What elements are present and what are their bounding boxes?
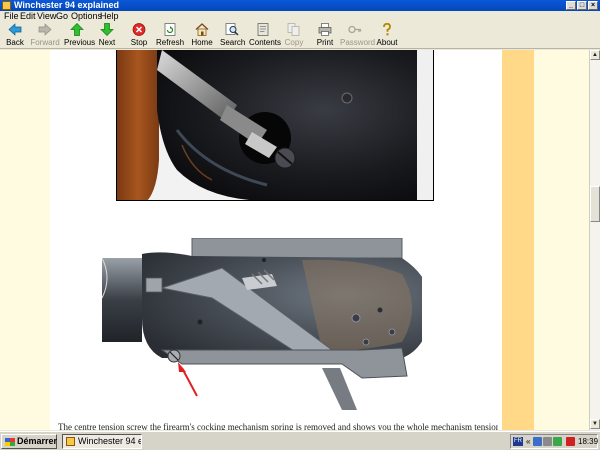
back-label: Back xyxy=(6,38,24,47)
about-question-icon xyxy=(380,22,394,36)
refresh-button[interactable]: Refresh xyxy=(156,23,184,49)
clock: 18:39 xyxy=(578,437,599,446)
back-button[interactable]: Back xyxy=(4,23,26,49)
search-button[interactable]: Search xyxy=(220,23,246,49)
help-app-icon xyxy=(2,1,11,10)
menu-go[interactable]: Go xyxy=(56,11,68,22)
forward-arrow-icon xyxy=(38,23,52,36)
copy-icon xyxy=(287,23,301,36)
previous-label: Previous xyxy=(64,38,96,47)
browser-window: Winchester 94 explained _ □ × File Edit … xyxy=(0,0,600,450)
contents-label: Contents xyxy=(249,38,282,47)
start-button[interactable]: Démarrer xyxy=(1,434,57,449)
back-arrow-icon xyxy=(8,23,22,36)
refresh-label: Refresh xyxy=(156,38,185,47)
menu-view[interactable]: View xyxy=(37,11,56,22)
windows-logo-icon xyxy=(5,438,15,446)
previous-button[interactable]: Previous xyxy=(64,23,96,49)
next-button[interactable]: Next xyxy=(97,23,117,49)
home-button[interactable]: Home xyxy=(191,23,213,49)
left-margin xyxy=(0,50,50,430)
maximize-button[interactable]: □ xyxy=(577,1,587,10)
language-indicator[interactable]: FR xyxy=(513,437,523,446)
menu-options[interactable]: Options xyxy=(71,11,102,22)
menu-help[interactable]: Help xyxy=(100,11,119,22)
menu-edit[interactable]: Edit xyxy=(20,11,36,22)
scroll-up-button[interactable]: ▲ xyxy=(590,50,600,60)
refresh-icon xyxy=(163,23,177,36)
title-bar[interactable]: Winchester 94 explained _ □ × xyxy=(0,0,600,11)
taskbar-item-label: Winchester 94 explain... xyxy=(78,436,141,446)
about-button[interactable]: About xyxy=(376,22,398,49)
right-margin-gold xyxy=(502,50,534,430)
page-body: The centre tension screw the firearm's c… xyxy=(50,50,502,430)
antivirus-icon[interactable] xyxy=(566,437,575,446)
taskbar: Démarrer Winchester 94 explain... FR « 1… xyxy=(0,431,600,450)
down-arrow-icon xyxy=(100,23,114,36)
help-app-icon xyxy=(66,437,75,446)
close-button[interactable]: × xyxy=(588,1,598,10)
contents-button[interactable]: Contents xyxy=(249,23,282,49)
scroll-down-button[interactable]: ▼ xyxy=(590,419,600,429)
menu-file[interactable]: File xyxy=(4,11,19,22)
home-label: Home xyxy=(191,38,213,47)
copy-label: Copy xyxy=(284,38,304,47)
lever-mechanism-photo xyxy=(102,238,422,410)
stop-button[interactable]: Stop xyxy=(129,23,149,49)
volume-icon[interactable] xyxy=(543,437,552,446)
up-arrow-icon xyxy=(70,23,84,36)
receiver-screwdriver-photo xyxy=(116,50,434,201)
minimize-button[interactable]: _ xyxy=(566,1,576,10)
print-label: Print xyxy=(316,38,334,47)
page-caption-text: The centre tension screw the firearm's c… xyxy=(58,422,498,430)
network-icon[interactable] xyxy=(533,437,542,446)
help-content-area[interactable]: The centre tension screw the firearm's c… xyxy=(0,50,589,430)
right-margin-light xyxy=(534,50,589,430)
about-label: About xyxy=(376,38,398,47)
print-button[interactable]: Print xyxy=(315,23,335,49)
password-button[interactable]: Password xyxy=(340,23,376,49)
system-tray: FR « 18:39 xyxy=(510,434,598,449)
forward-label: Forward xyxy=(30,38,60,47)
start-label: Démarrer xyxy=(17,436,58,446)
password-label: Password xyxy=(340,38,376,47)
forward-button[interactable]: Forward xyxy=(30,23,60,49)
next-label: Next xyxy=(98,38,116,47)
key-icon xyxy=(348,23,362,36)
tray-chevron-icon[interactable]: « xyxy=(526,435,530,448)
vertical-scrollbar[interactable]: ▲ ▼ xyxy=(589,50,600,430)
scroll-thumb[interactable] xyxy=(590,186,600,222)
home-icon xyxy=(195,23,209,36)
toolbar: Back Forward Previous Next Stop Refresh … xyxy=(0,22,600,49)
printer-icon xyxy=(318,23,332,36)
copy-button[interactable]: Copy xyxy=(284,23,304,49)
window-title: Winchester 94 explained xyxy=(14,0,119,10)
stop-label: Stop xyxy=(130,38,148,47)
search-label: Search xyxy=(220,38,246,47)
security-icon[interactable] xyxy=(553,437,562,446)
contents-book-icon xyxy=(256,23,270,36)
menu-bar: File Edit View Go Options Help xyxy=(0,11,600,22)
taskbar-item-help-window[interactable]: Winchester 94 explain... xyxy=(62,434,142,449)
search-icon xyxy=(225,23,239,36)
stop-icon xyxy=(132,23,146,36)
